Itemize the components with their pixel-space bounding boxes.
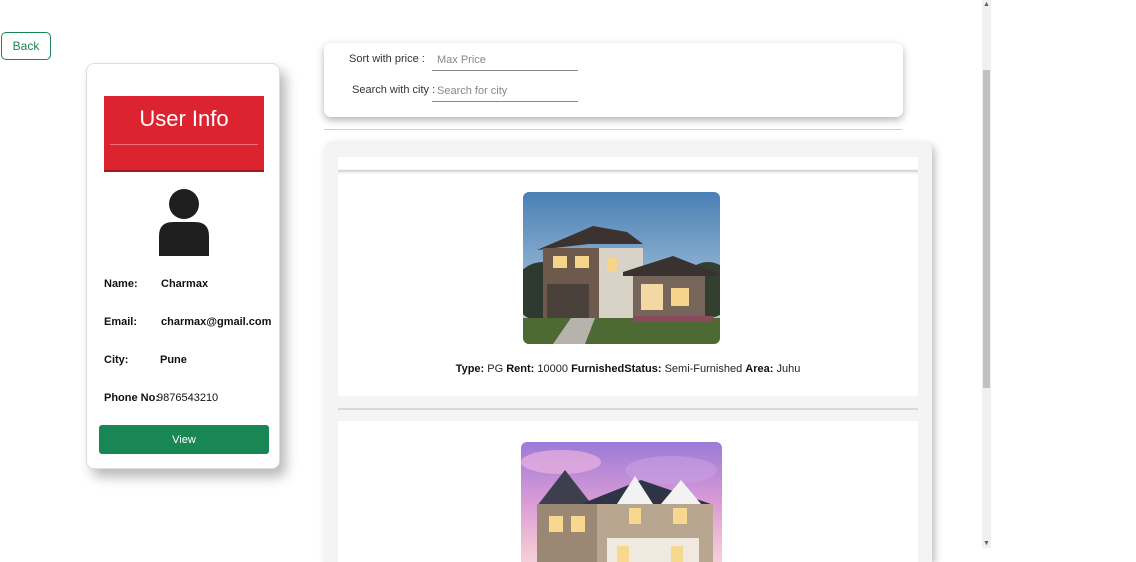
max-price-input[interactable] bbox=[432, 49, 578, 71]
area-label: Area: bbox=[745, 363, 774, 375]
furnished-label: FurnishedStatus: bbox=[571, 363, 662, 375]
rent-value: 10000 bbox=[537, 363, 568, 375]
page-scrollbar[interactable]: ▲ ▼ bbox=[982, 0, 991, 548]
user-name-label: Name: bbox=[104, 278, 138, 290]
listing-card[interactable]: Type: PG Rent: 10000 FurnishedStatus: Se… bbox=[338, 174, 918, 396]
listing-details: Type: PG Rent: 10000 FurnishedStatus: Se… bbox=[338, 363, 918, 375]
filter-panel: Sort with price : Search with city : bbox=[324, 43, 903, 117]
user-city-label: City: bbox=[104, 354, 129, 366]
user-info-title: User Info bbox=[139, 106, 229, 131]
section-divider bbox=[324, 129, 902, 130]
arrow-up-icon[interactable]: ▲ bbox=[982, 0, 991, 9]
furnished-value: Semi-Furnished bbox=[664, 363, 743, 375]
scrollbar-thumb[interactable] bbox=[983, 70, 990, 388]
house-photo-graphic bbox=[521, 442, 722, 562]
listing-separator bbox=[338, 408, 918, 410]
house-photo-graphic bbox=[523, 192, 720, 344]
user-phone-label: Phone No: bbox=[104, 392, 159, 404]
user-email-label: Email: bbox=[104, 316, 138, 328]
user-name-value: Charmax bbox=[161, 278, 209, 290]
user-avatar-icon bbox=[159, 189, 209, 256]
user-info-header: User Info bbox=[104, 96, 264, 172]
house-photo[interactable] bbox=[521, 442, 722, 562]
arrow-down-icon[interactable]: ▼ bbox=[982, 539, 991, 548]
user-phone-value: 9876543210 bbox=[157, 392, 219, 404]
rent-label: Rent: bbox=[506, 363, 535, 375]
house-photo[interactable] bbox=[523, 192, 720, 344]
listing-separator bbox=[338, 170, 918, 172]
listings-top-strip bbox=[338, 157, 918, 169]
user-email-value: charmax@gmail.com bbox=[161, 316, 272, 328]
price-filter-label: Sort with price : bbox=[349, 53, 425, 65]
listing-card[interactable] bbox=[338, 421, 918, 562]
type-value: PG bbox=[487, 363, 504, 375]
header-divider bbox=[110, 144, 258, 145]
back-button[interactable]: Back bbox=[1, 32, 51, 60]
view-button[interactable]: View bbox=[99, 425, 269, 454]
area-value: Juhu bbox=[776, 363, 801, 375]
listings-panel: Type: PG Rent: 10000 FurnishedStatus: Se… bbox=[324, 142, 932, 562]
user-info-card: User Info Name: Charmax Email: charmax@g… bbox=[86, 63, 280, 469]
city-filter-label: Search with city : bbox=[352, 84, 436, 96]
type-label: Type: bbox=[455, 363, 485, 375]
user-city-value: Pune bbox=[160, 354, 187, 366]
city-search-input[interactable] bbox=[432, 80, 578, 102]
